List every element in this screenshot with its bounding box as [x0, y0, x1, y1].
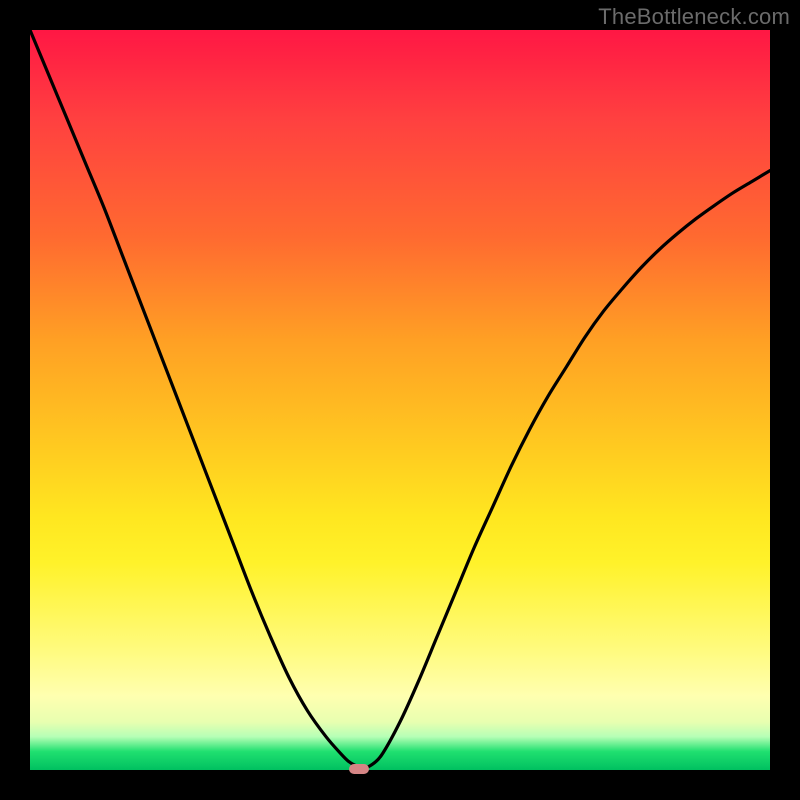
chart-frame: TheBottleneck.com	[0, 0, 800, 800]
plot-area	[30, 30, 770, 770]
watermark-text: TheBottleneck.com	[598, 4, 790, 30]
bottleneck-curve	[30, 30, 770, 768]
curve-svg	[30, 30, 770, 770]
min-marker	[349, 764, 369, 774]
